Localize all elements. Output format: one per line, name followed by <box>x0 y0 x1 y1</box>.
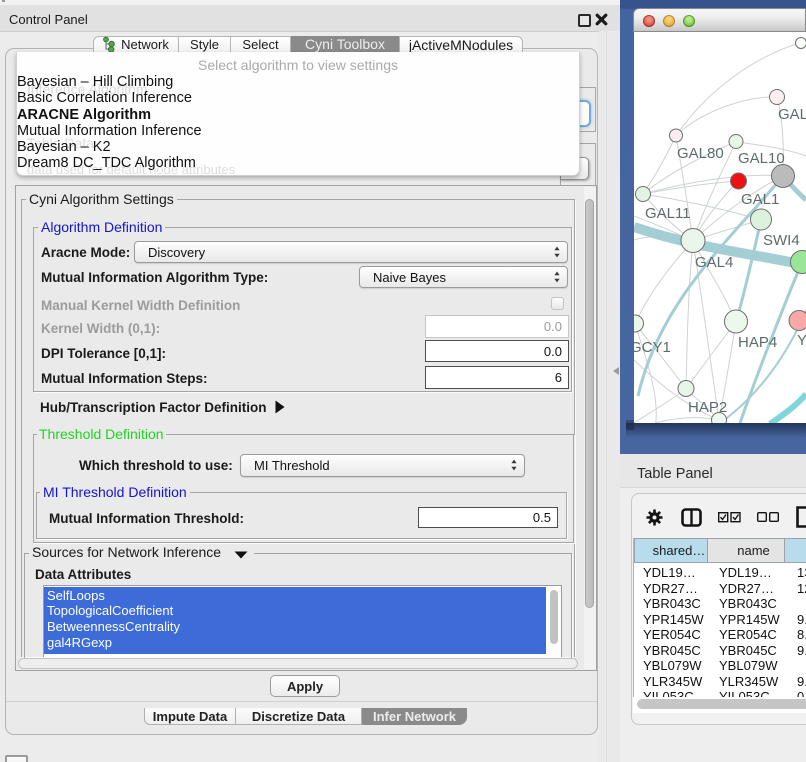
svg-text:GAL: GAL <box>778 106 806 123</box>
svg-text:HAP4: HAP4 <box>738 334 777 351</box>
svg-text:SWI4: SWI4 <box>763 232 800 249</box>
svg-text:Y: Y <box>797 332 806 349</box>
svg-text:GAL10: GAL10 <box>738 150 785 167</box>
svg-text:GAL4: GAL4 <box>695 254 733 271</box>
svg-text:GCY1: GCY1 <box>634 339 671 356</box>
svg-text:GAL11: GAL11 <box>645 205 691 222</box>
svg-text:GAL80: GAL80 <box>677 145 724 162</box>
svg-text:GAL1: GAL1 <box>741 191 779 208</box>
svg-text:HAP2: HAP2 <box>688 399 727 416</box>
